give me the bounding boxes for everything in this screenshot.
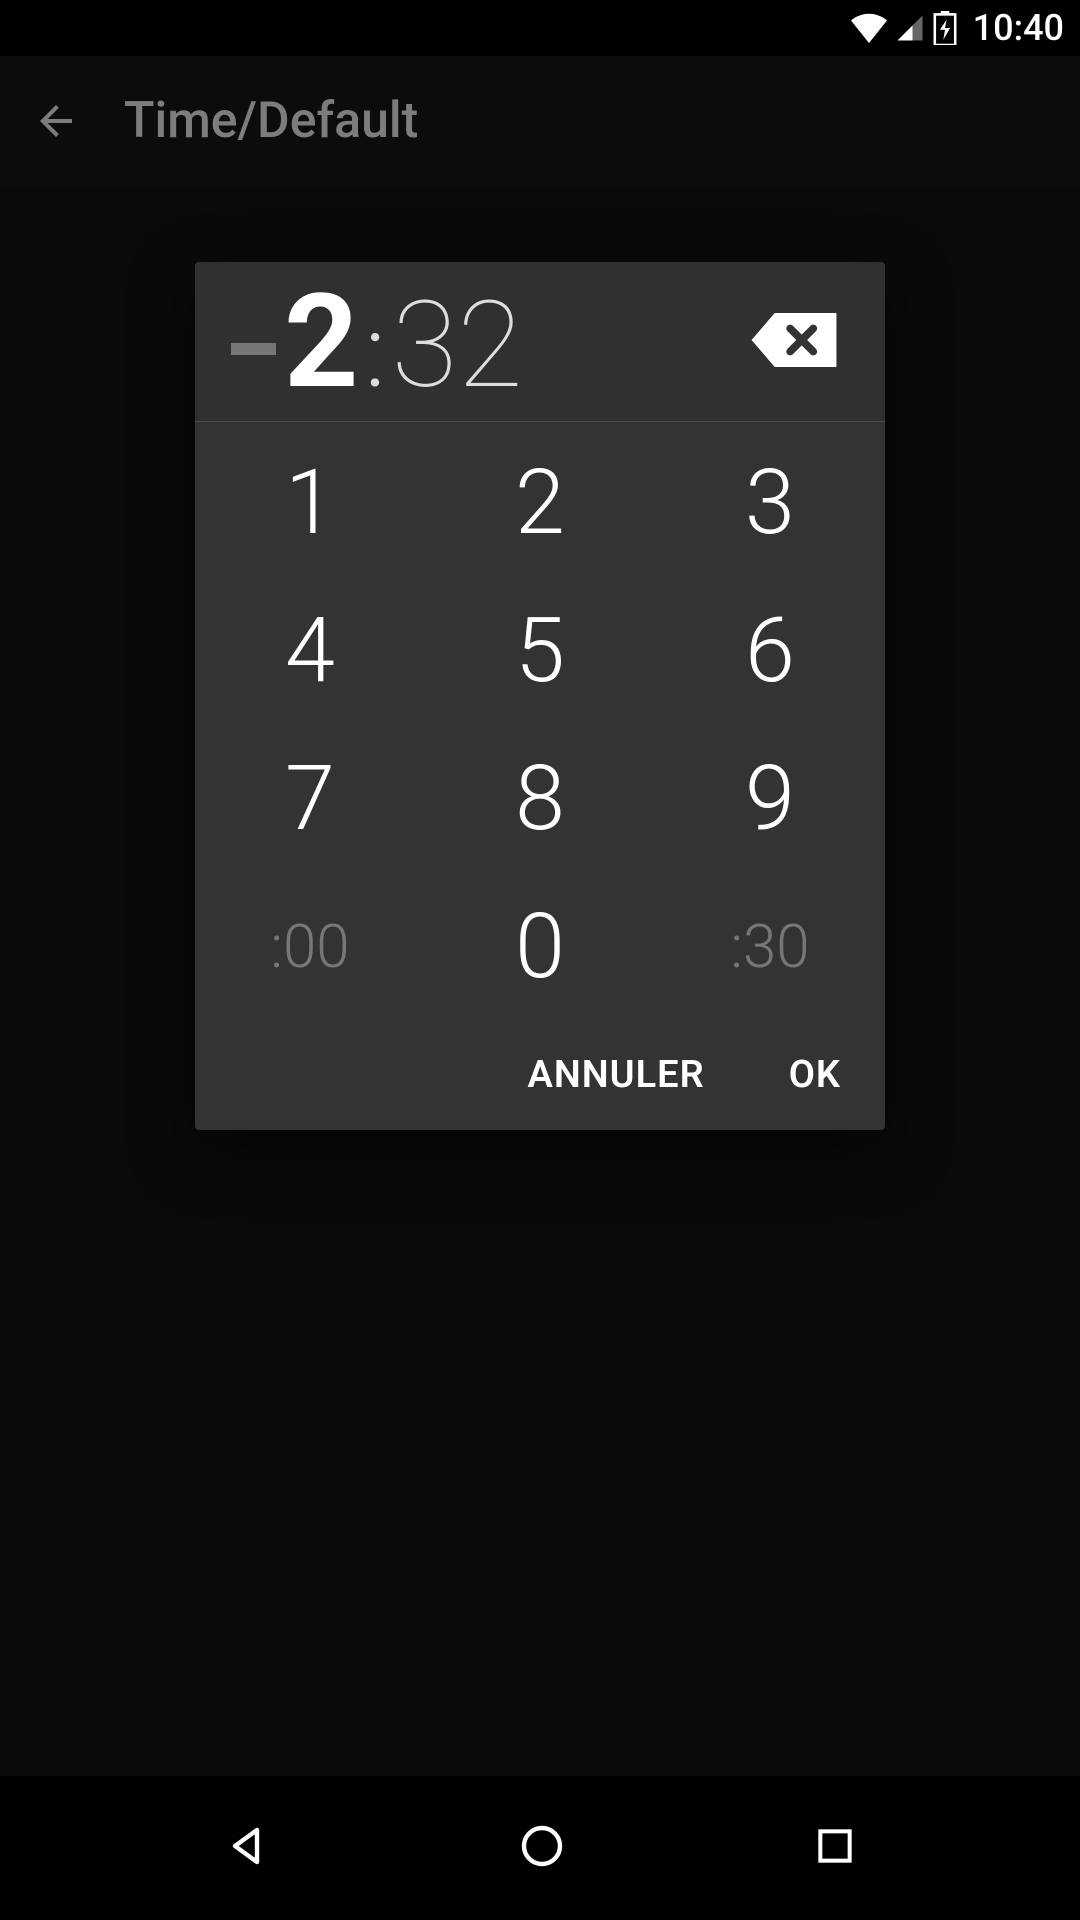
cell-signal-icon [895,13,925,43]
nav-home-button[interactable] [518,1822,566,1874]
digit-placeholder [231,343,276,355]
cancel-button[interactable]: ANNULER [528,1053,705,1097]
key-8[interactable]: 8 [425,724,655,872]
time-picker-dialog: 2 : 32 1 2 3 4 5 6 7 8 9 :00 0 :30 [195,262,885,1130]
status-bar: 10:40 [0,0,1080,56]
key-6[interactable]: 6 [655,576,885,724]
minutes-digits: 32 [392,286,523,406]
key-4[interactable]: 4 [195,576,425,724]
nav-recent-button[interactable] [813,1824,857,1872]
time-display: 2 : 32 [231,277,739,407]
time-display-row: 2 : 32 [195,262,885,422]
navigation-bar [0,1776,1080,1920]
key-00[interactable]: :00 [195,872,425,1020]
nav-back-button[interactable] [223,1822,271,1874]
keypad: 1 2 3 4 5 6 7 8 9 :00 0 :30 [195,422,885,1020]
key-3[interactable]: 3 [655,428,885,576]
triangle-back-icon [223,1822,271,1874]
key-0[interactable]: 0 [425,872,655,1020]
ok-button[interactable]: OK [789,1053,841,1097]
hours-last-digit: 2 [284,277,359,407]
key-2[interactable]: 2 [425,428,655,576]
backspace-icon [751,313,837,371]
dialog-action-row: ANNULER OK [195,1020,885,1130]
backspace-button[interactable] [739,301,849,383]
key-5[interactable]: 5 [425,576,655,724]
key-30[interactable]: :30 [655,872,885,1020]
circle-home-icon [518,1822,566,1874]
battery-charging-icon [933,11,957,45]
time-colon: : [365,303,386,403]
dialog-overlay: 2 : 32 1 2 3 4 5 6 7 8 9 :00 0 :30 [0,56,1080,1776]
square-recent-icon [813,1824,857,1872]
key-1[interactable]: 1 [195,428,425,576]
key-9[interactable]: 9 [655,724,885,872]
key-7[interactable]: 7 [195,724,425,872]
status-time: 10:40 [973,7,1064,49]
wifi-icon [851,13,887,43]
